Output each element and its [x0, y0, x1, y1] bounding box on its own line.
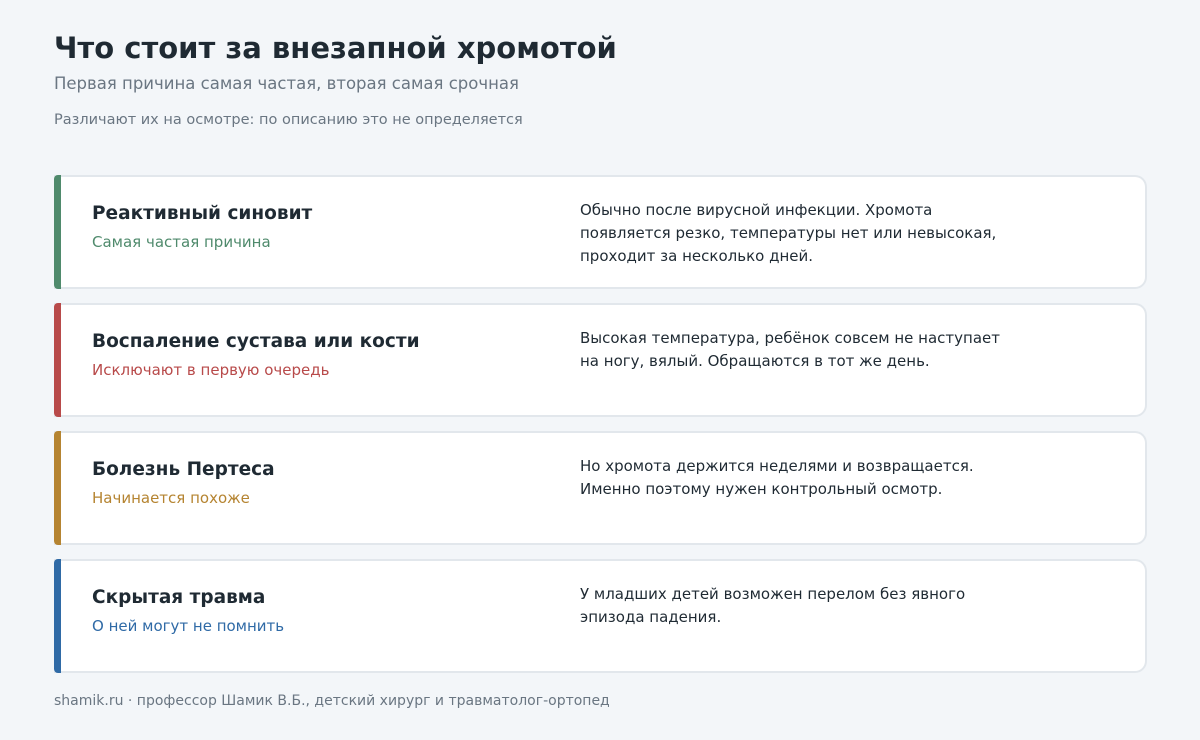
page-note: Различают их на осмотре: по описанию это…	[54, 112, 523, 128]
cause-card-title: Скрытая травма	[92, 587, 266, 608]
cause-card-description: Высокая температура, ребёнок совсем не н…	[580, 329, 1000, 370]
cause-card-perthes-disease: Болезнь Пертеса Начинается похоже Но хро…	[54, 431, 1147, 545]
cause-card-tag: Исключают в первую очередь	[92, 361, 330, 379]
cause-card-tag: Начинается похоже	[92, 489, 250, 507]
cause-card-description: Но хромота держится неделями и возвращае…	[580, 457, 974, 498]
cause-card-description: Обычно после вирусной инфекции. Хромота …	[580, 201, 997, 265]
cause-card-title: Реактивный синовит	[92, 203, 313, 224]
cause-card-tag: О ней могут не помнить	[92, 617, 285, 635]
cause-card-hidden-trauma: Скрытая травма О ней могут не помнить У …	[54, 559, 1147, 673]
cause-card-list: Реактивный синовит Самая частая причина …	[54, 175, 1147, 687]
cause-card-reactive-synovitis: Реактивный синовит Самая частая причина …	[54, 175, 1147, 289]
cause-card-title: Воспаление сустава или кости	[92, 331, 420, 352]
cause-card-joint-bone-inflammation: Воспаление сустава или кости Исключают в…	[54, 303, 1147, 417]
page-title: Что стоит за внезапной хромотой	[54, 31, 617, 65]
cause-card-tag: Самая частая причина	[92, 233, 271, 251]
cause-card-description: У младших детей возможен перелом без явн…	[580, 585, 966, 626]
footer-attribution: shamik.ru · профессор Шамик В.Б., детски…	[54, 693, 610, 709]
page-subtitle: Первая причина самая частая, вторая сама…	[54, 74, 519, 93]
cause-card-title: Болезнь Пертеса	[92, 459, 275, 480]
